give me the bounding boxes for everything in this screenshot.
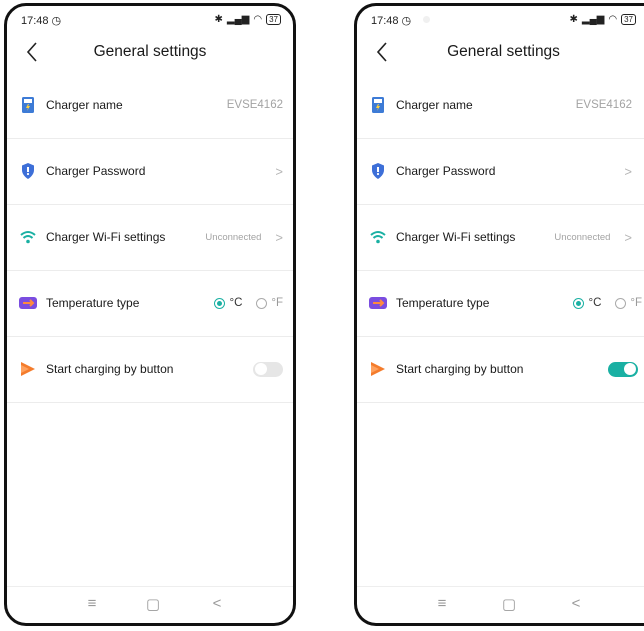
alarm-clock-icon: ◷: [401, 15, 412, 27]
celsius-option[interactable]: °C: [214, 297, 242, 309]
wifi-settings-label: Charger Wi-Fi settings: [46, 230, 166, 244]
battery-icon: 37: [266, 14, 281, 25]
celsius-radio[interactable]: [573, 297, 585, 309]
celsius-option[interactable]: °C: [573, 297, 601, 309]
temperature-radio-group: °C °F: [214, 297, 283, 309]
fahrenheit-radio[interactable]: [615, 297, 627, 309]
charger-name-label: Charger name: [396, 98, 473, 112]
temperature-radio-group: °C °F: [573, 297, 642, 309]
wifi-status-value: Unconnected: [554, 231, 611, 243]
charger-name-value: EVSE4162: [226, 99, 283, 111]
charger-password-label: Charger Password: [46, 164, 146, 178]
status-bar: 17:48 ◷ ✱ ▂▄▆ ◠ 37: [357, 6, 644, 32]
start-charging-toggle[interactable]: [608, 361, 638, 377]
app-header: General settings: [357, 36, 644, 72]
temperature-type-label: Temperature type: [46, 296, 140, 310]
temperature-icon: [19, 294, 37, 312]
charger-password-row[interactable]: Charger Password >: [357, 138, 644, 205]
charger-password-label: Charger Password: [396, 164, 496, 178]
status-dot: [423, 16, 430, 23]
status-icons: ✱ ▂▄▆ ◠ 37: [214, 14, 281, 25]
charger-name-label: Charger name: [46, 98, 123, 112]
menu-nav-button[interactable]: ≡: [430, 595, 454, 612]
chevron-right-icon: >: [624, 163, 632, 179]
phone-screen-left: 17:48 ◷ ✱ ▂▄▆ ◠ 37 General settings Charg…: [4, 3, 296, 626]
phone-screen-right: 17:48 ◷ ✱ ▂▄▆ ◠ 37 General settings Charg…: [354, 3, 644, 626]
charger-name-value: EVSE4162: [575, 99, 632, 111]
play-icon: [369, 360, 387, 378]
back-nav-button[interactable]: <: [564, 595, 588, 612]
chevron-right-icon: >: [275, 163, 283, 179]
bluetooth-icon: ✱: [569, 14, 578, 25]
play-icon: [19, 360, 37, 378]
charger-icon: [369, 96, 387, 114]
home-nav-button[interactable]: ▢: [497, 595, 521, 613]
shield-icon: [369, 162, 387, 180]
charger-name-row[interactable]: Charger name EVSE4162: [357, 72, 644, 139]
bluetooth-icon: ✱: [214, 14, 223, 25]
page-title: General settings: [93, 43, 207, 60]
start-charging-label: Start charging by button: [46, 362, 174, 376]
chevron-right-icon: >: [275, 229, 283, 245]
wifi-icon: [19, 228, 37, 246]
menu-nav-button[interactable]: ≡: [80, 595, 104, 612]
app-header: General settings: [7, 36, 293, 72]
wifi-settings-row[interactable]: Charger Wi-Fi settings Unconnected >: [357, 204, 644, 271]
start-charging-row: Start charging by button: [7, 336, 293, 403]
charger-password-row[interactable]: Charger Password >: [7, 138, 293, 205]
signal-icon: ▂▄▆: [581, 14, 605, 25]
wifi-status-icon: ◠: [608, 14, 618, 25]
chevron-right-icon: >: [624, 229, 632, 245]
status-bar: 17:48 ◷ ✱ ▂▄▆ ◠ 37: [7, 6, 293, 32]
back-nav-button[interactable]: <: [205, 595, 229, 612]
home-nav-button[interactable]: ▢: [141, 595, 165, 613]
toggle-knob: [624, 363, 636, 375]
temperature-type-label: Temperature type: [396, 296, 490, 310]
temperature-icon: [369, 294, 387, 312]
status-time: 17:48 ◷: [371, 15, 412, 27]
wifi-settings-label: Charger Wi-Fi settings: [396, 230, 516, 244]
toggle-knob: [255, 363, 267, 375]
wifi-icon: [369, 228, 387, 246]
system-nav-bar: ≡ ▢ <: [7, 586, 293, 623]
signal-icon: ▂▄▆: [226, 14, 250, 25]
start-charging-toggle[interactable]: [253, 361, 283, 377]
system-nav-bar: ≡ ▢ <: [357, 586, 644, 623]
temperature-type-row: Temperature type °C °F: [7, 270, 293, 337]
status-time: 17:48 ◷: [21, 15, 62, 27]
fahrenheit-option[interactable]: °F: [615, 297, 642, 309]
page-title: General settings: [447, 43, 560, 60]
celsius-radio[interactable]: [214, 297, 226, 309]
fahrenheit-option[interactable]: °F: [256, 297, 283, 309]
status-icons: ✱ ▂▄▆ ◠ 37: [569, 14, 636, 25]
battery-icon: 37: [621, 14, 636, 25]
temperature-type-row: Temperature type °C °F: [357, 270, 644, 337]
start-charging-label: Start charging by button: [396, 362, 524, 376]
wifi-settings-row[interactable]: Charger Wi-Fi settings Unconnected >: [7, 204, 293, 271]
charger-icon: [19, 96, 37, 114]
shield-icon: [19, 162, 37, 180]
wifi-status-value: Unconnected: [205, 231, 262, 243]
fahrenheit-radio[interactable]: [256, 297, 268, 309]
start-charging-row: Start charging by button: [357, 336, 644, 403]
wifi-status-icon: ◠: [253, 14, 263, 25]
alarm-clock-icon: ◷: [51, 15, 62, 27]
charger-name-row[interactable]: Charger name EVSE4162: [7, 72, 293, 139]
